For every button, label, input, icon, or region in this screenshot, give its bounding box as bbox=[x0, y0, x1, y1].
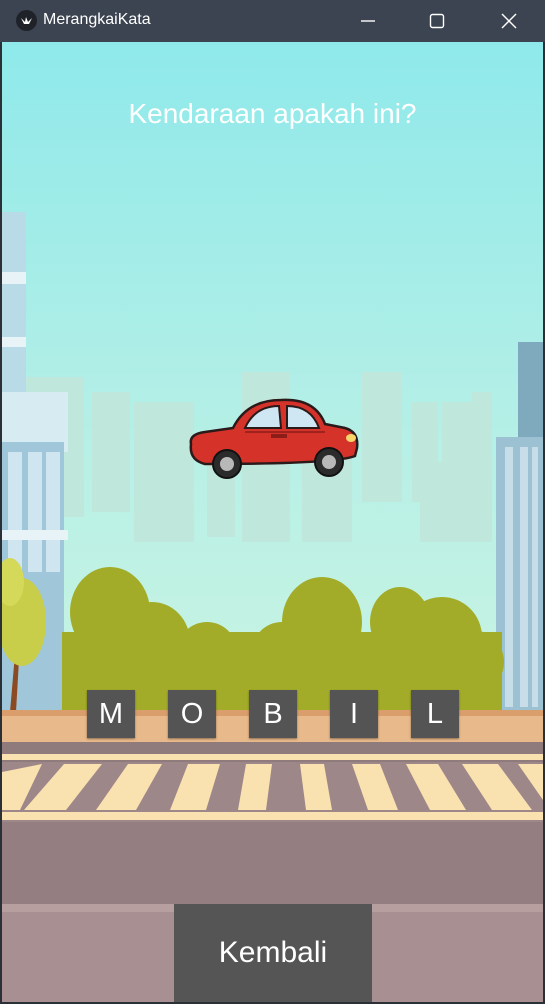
car-image bbox=[189, 398, 359, 479]
back-button[interactable]: Kembali bbox=[174, 904, 372, 1002]
letter-tile[interactable]: L bbox=[411, 690, 459, 738]
city-street-background bbox=[2, 212, 543, 1002]
close-button[interactable] bbox=[486, 0, 532, 42]
minimize-icon bbox=[361, 20, 375, 22]
kivy-logo-icon bbox=[16, 10, 37, 31]
maximize-icon bbox=[429, 13, 445, 29]
letter-tile[interactable]: I bbox=[330, 690, 378, 738]
letter-tile[interactable]: M bbox=[87, 690, 135, 738]
minimize-button[interactable] bbox=[345, 0, 391, 42]
window-title: MerangkaiKata bbox=[43, 11, 151, 28]
game-screen: Kendaraan apakah ini? M O B I L Kembali bbox=[2, 42, 543, 1002]
app-window: MerangkaiKata Kendaraan apakah ini? M O … bbox=[0, 0, 545, 1004]
letter-tile[interactable]: O bbox=[168, 690, 216, 738]
letter-tile[interactable]: B bbox=[249, 690, 297, 738]
close-icon bbox=[501, 13, 517, 29]
title-bar[interactable]: MerangkaiKata bbox=[0, 0, 545, 42]
question-text: Kendaraan apakah ini? bbox=[128, 98, 417, 129]
maximize-button[interactable] bbox=[414, 0, 460, 42]
